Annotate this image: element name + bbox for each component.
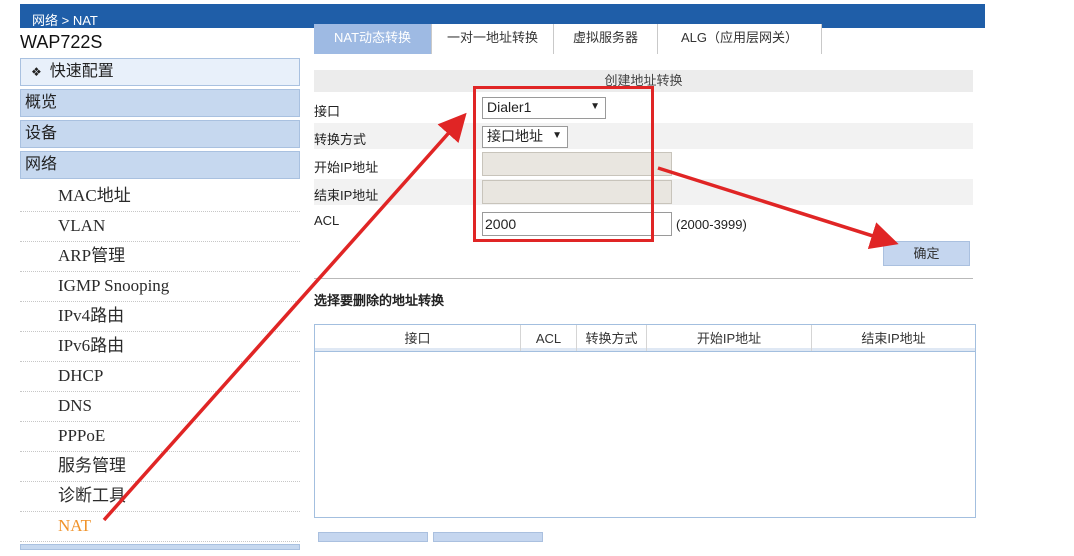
annotation-arrows — [102, 112, 899, 522]
arrow-nat-to-form — [102, 112, 467, 522]
arrow-form-to-ok — [657, 166, 899, 250]
